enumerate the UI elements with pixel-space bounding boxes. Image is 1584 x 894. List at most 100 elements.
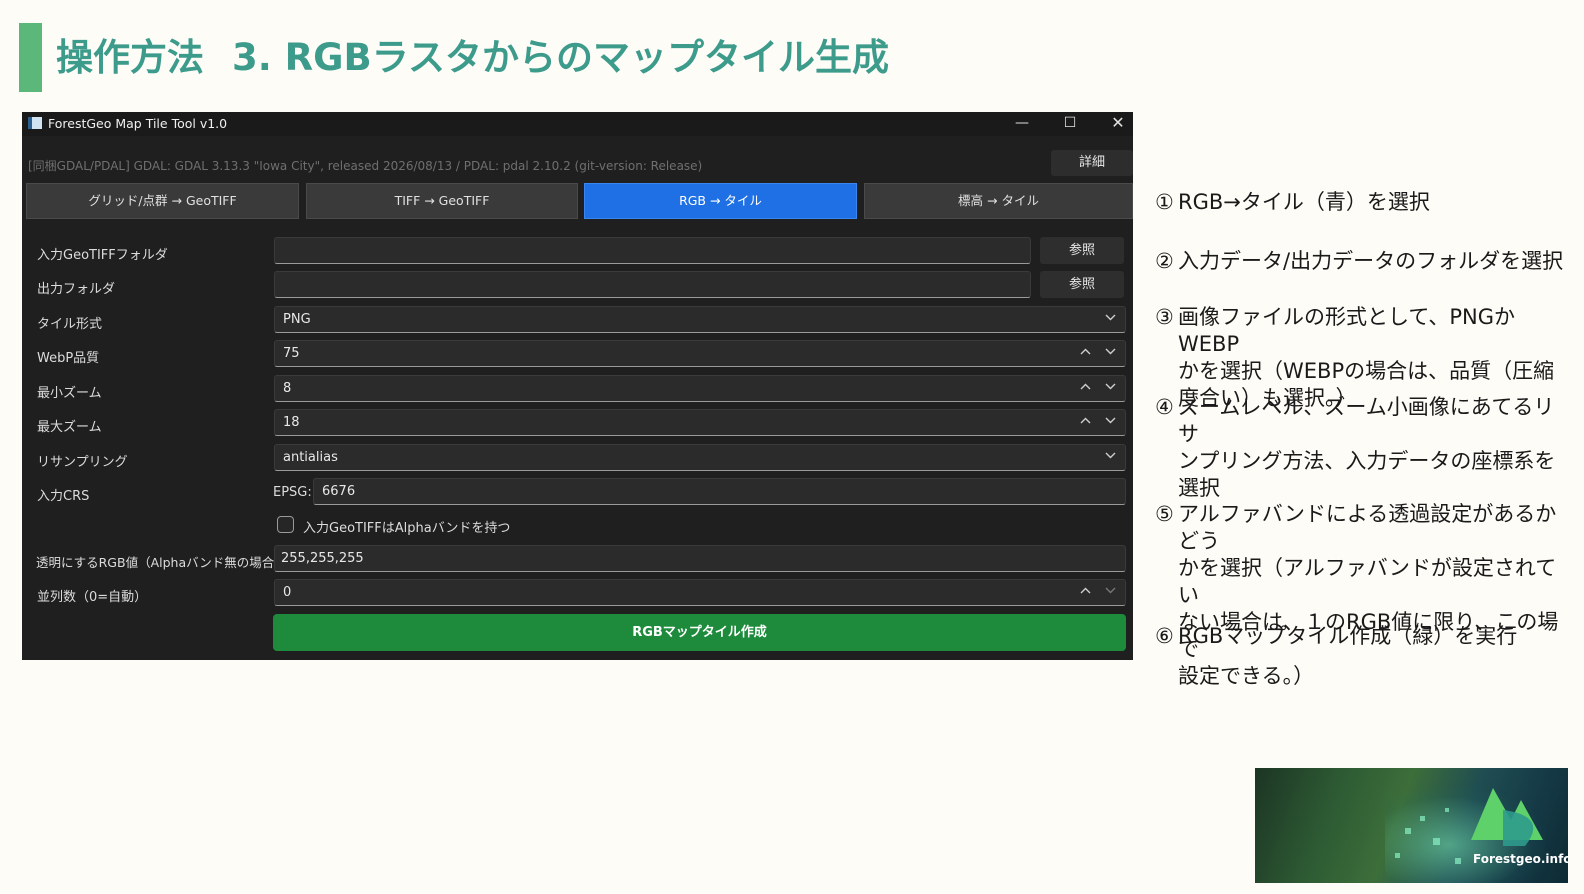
forestgeo-logo-icon	[1471, 788, 1543, 846]
detail-button[interactable]: 詳細	[1051, 150, 1133, 176]
create-rgb-tiles-button[interactable]: RGBマップタイル作成	[273, 614, 1126, 651]
step-5-line: アルファバンドによる透過設定があるかどう	[1178, 502, 1557, 553]
input-folder-browse-button[interactable]: 参照	[1040, 237, 1124, 264]
logo-pixel	[1405, 828, 1411, 834]
logo-pixel	[1455, 858, 1461, 864]
row-input-folder: 入力GeoTIFFフォルダ 参照	[22, 237, 1133, 267]
row-parallel: 並列数（0=自動） 0	[22, 579, 1133, 609]
logo-pixel	[1433, 838, 1440, 845]
chevron-down-icon[interactable]	[1101, 583, 1119, 594]
row-input-crs: 入力CRS EPSG: 6676	[22, 478, 1133, 508]
parallel-spinbox[interactable]: 0	[274, 579, 1126, 606]
step-6-number: ⑥	[1155, 624, 1174, 648]
step-6-line: RGBマップタイル作成（緑）を実行	[1178, 624, 1518, 648]
epsg-input[interactable]: 6676	[313, 478, 1126, 505]
logo-pixel	[1445, 808, 1449, 812]
transparent-rgb-value: 255,255,255	[281, 551, 364, 566]
chevron-down-icon[interactable]	[1101, 344, 1119, 355]
epsg-value: 6676	[322, 484, 356, 499]
output-folder-field[interactable]	[274, 271, 1031, 298]
parallel-label: 並列数（0=自動）	[37, 590, 148, 605]
resampling-value: antialias	[283, 450, 338, 465]
input-folder-field[interactable]	[274, 237, 1031, 264]
max-zoom-label: 最大ズーム	[37, 420, 102, 435]
window-title: ForestGeo Map Tile Tool v1.0	[48, 116, 228, 131]
transparent-rgb-input[interactable]: 255,255,255	[274, 545, 1126, 572]
resampling-label: リサンプリング	[37, 455, 128, 470]
forestgeo-logo-image: Forestgeo.info	[1255, 768, 1568, 883]
logo-pixel	[1420, 816, 1425, 821]
row-alpha-checkbox: 入力GeoTIFFはAlphaバンドを持つ	[22, 512, 1133, 542]
min-zoom-spinbox[interactable]: 8	[274, 375, 1126, 402]
chevron-down-icon[interactable]	[1101, 379, 1119, 390]
version-info: [同梱GDAL/PDAL] GDAL: GDAL 3.13.3 "Iowa Ci…	[28, 159, 703, 173]
chevron-up-icon[interactable]	[1076, 379, 1094, 390]
step-3-line: 画像ファイルの形式として、PNGかWEBP	[1178, 305, 1515, 356]
step-2-line: 入力データ/出力データのフォルダを選択	[1178, 249, 1564, 273]
slide-title-main: 操作方法	[56, 36, 204, 79]
tab-grid-to-geotiff[interactable]: グリッド/点群 → GeoTIFF	[26, 183, 299, 219]
chevron-up-icon[interactable]	[1076, 344, 1094, 355]
epsg-prefix-label: EPSG:	[273, 485, 312, 500]
title-accent-bar	[19, 23, 42, 92]
tile-format-label: タイル形式	[37, 317, 103, 332]
parallel-value: 0	[283, 585, 292, 600]
webp-quality-spinbox[interactable]: 75	[274, 340, 1126, 367]
logo-pixel	[1395, 853, 1400, 858]
step-1-number: ①	[1155, 190, 1174, 214]
min-zoom-value: 8	[283, 381, 292, 396]
chevron-down-icon	[1101, 448, 1119, 459]
tab-elevation-to-tile[interactable]: 標高 → タイル	[864, 183, 1133, 219]
step-4-line: 選択	[1178, 476, 1220, 500]
row-max-zoom: 最大ズーム 18	[22, 409, 1133, 439]
step-5-number: ⑤	[1155, 502, 1174, 526]
chevron-up-icon[interactable]	[1076, 583, 1094, 594]
row-resampling: リサンプリング antialias	[22, 444, 1133, 474]
maximize-button[interactable]: ☐	[1047, 112, 1093, 136]
minimize-button[interactable]: —	[999, 112, 1045, 136]
tile-format-select[interactable]: PNG	[274, 306, 1126, 333]
max-zoom-spinbox[interactable]: 18	[274, 409, 1126, 436]
chevron-up-icon[interactable]	[1076, 413, 1094, 424]
logo-text: Forestgeo.info	[1473, 852, 1568, 866]
row-webp-quality: WebP品質 75	[22, 340, 1133, 370]
row-min-zoom: 最小ズーム 8	[22, 375, 1133, 405]
step-4-line: ンプリング方法、入力データの座標系を	[1178, 449, 1556, 473]
tab-rgb-to-tile[interactable]: RGB → タイル	[584, 183, 857, 219]
row-output-folder: 出力フォルダ 参照	[22, 271, 1133, 301]
input-crs-label: 入力CRS	[37, 489, 90, 504]
tab-bar: グリッド/点群 → GeoTIFF TIFF → GeoTIFF RGB → タ…	[26, 183, 1133, 219]
step-1-line: RGB→タイル（青）を選択	[1178, 190, 1430, 214]
webp-quality-label: WebP品質	[37, 351, 100, 366]
max-zoom-value: 18	[283, 415, 300, 430]
webp-quality-value: 75	[283, 346, 300, 361]
info-row: [同梱GDAL/PDAL] GDAL: GDAL 3.13.3 "Iowa Ci…	[22, 148, 1133, 178]
transparent-rgb-label: 透明にするRGB値（Alphaバンド無の場合）	[36, 555, 287, 570]
window-titlebar: ForestGeo Map Tile Tool v1.0 — ☐ ✕	[22, 112, 1133, 136]
slide-title: 操作方法 3. RGBラスタからのマップタイル生成	[56, 30, 889, 86]
step-4-line: ズームレベル、ズーム小画像にあてるリサ	[1178, 395, 1555, 446]
step-5-line: 設定できる。）	[1178, 664, 1315, 688]
step-3-number: ③	[1155, 305, 1174, 329]
step-5-line: かを選択（アルファバンドが設定されてい	[1178, 556, 1557, 607]
chevron-down-icon	[1101, 310, 1119, 321]
row-tile-format: タイル形式 PNG	[22, 306, 1133, 336]
input-folder-label: 入力GeoTIFFフォルダ	[37, 248, 168, 263]
close-button[interactable]: ✕	[1095, 112, 1141, 136]
min-zoom-label: 最小ズーム	[37, 386, 102, 401]
output-folder-browse-button[interactable]: 参照	[1040, 271, 1124, 298]
tile-format-value: PNG	[283, 312, 311, 327]
step-3-line: かを選択（WEBPの場合は、品質（圧縮	[1178, 359, 1555, 383]
output-folder-label: 出力フォルダ	[37, 282, 116, 297]
app-icon	[28, 117, 42, 129]
step-4-number: ④	[1155, 395, 1174, 419]
step-2-number: ②	[1155, 249, 1174, 273]
slide-title-sub: 3. RGBラスタからのマップタイル生成	[232, 36, 890, 79]
alpha-band-checkbox[interactable]	[277, 516, 294, 533]
resampling-select[interactable]: antialias	[274, 444, 1126, 471]
chevron-down-icon[interactable]	[1101, 413, 1119, 424]
tab-tiff-to-geotiff[interactable]: TIFF → GeoTIFF	[306, 183, 578, 219]
app-window: ForestGeo Map Tile Tool v1.0 — ☐ ✕ [同梱GD…	[22, 112, 1133, 660]
row-transparent-rgb: 透明にするRGB値（Alphaバンド無の場合） 255,255,255	[22, 545, 1133, 575]
alpha-band-label[interactable]: 入力GeoTIFFはAlphaバンドを持つ	[303, 517, 510, 536]
